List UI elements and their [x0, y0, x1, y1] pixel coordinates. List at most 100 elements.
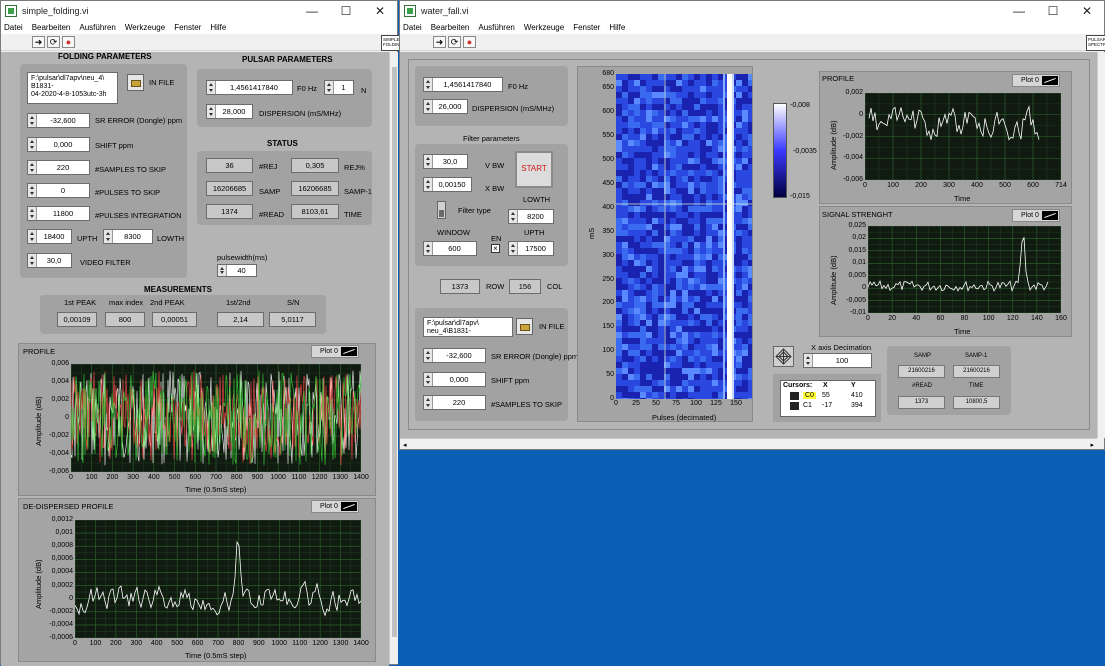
spinner-icon[interactable]	[424, 396, 433, 409]
upth-input[interactable]: 18400	[27, 229, 72, 244]
run-arrow-icon[interactable]: ➜	[32, 36, 45, 48]
dedispersed-plot-legend[interactable]: Plot 0	[311, 500, 359, 513]
filter-type-toggle[interactable]	[437, 201, 446, 219]
cursor-c0-label[interactable]: C0	[803, 392, 816, 399]
close-icon[interactable]: ✕	[363, 1, 397, 21]
cursor-c0-icon[interactable]	[790, 392, 799, 400]
spinner-icon[interactable]	[28, 161, 37, 174]
spinner-icon[interactable]	[207, 105, 216, 118]
spinner-icon[interactable]	[509, 242, 518, 255]
f0-input[interactable]: 1,4561417840	[206, 80, 293, 95]
f0-input[interactable]: 1,4561417840	[423, 77, 503, 92]
spinner-icon[interactable]	[509, 210, 518, 223]
maximize-icon[interactable]: ☐	[329, 1, 363, 21]
shift-input[interactable]: 0,000	[27, 137, 90, 152]
abort-icon[interactable]: ●	[463, 36, 476, 48]
spinner-icon[interactable]	[424, 78, 433, 91]
browse-button[interactable]	[127, 74, 144, 91]
graph-palette-button[interactable]	[773, 346, 794, 367]
menu-bearbeiten[interactable]: Bearbeiten	[431, 23, 470, 32]
spinner-icon[interactable]	[424, 242, 433, 255]
menu-werkzeuge[interactable]: Werkzeuge	[125, 23, 165, 32]
vertical-scrollbar[interactable]	[1097, 52, 1105, 438]
spinner-icon[interactable]	[28, 114, 37, 127]
vbw-input[interactable]: 30,0	[423, 154, 468, 169]
spinner-icon[interactable]	[424, 373, 433, 386]
spinner-icon[interactable]	[28, 207, 37, 220]
horizontal-scrollbar[interactable]: ◂ ▸	[400, 438, 1097, 449]
spinner-icon[interactable]	[28, 230, 37, 243]
dispersion-input[interactable]: 28,000	[206, 104, 253, 119]
sr-error-input[interactable]: -32,600	[423, 348, 486, 363]
video-filter-input[interactable]: 30,0	[27, 253, 72, 268]
vertical-scrollbar[interactable]	[389, 52, 398, 664]
start-button[interactable]: START	[515, 151, 553, 188]
cursor-c1-icon[interactable]	[790, 402, 799, 410]
in-file-path[interactable]: F:\pulsar\dl7apv\ neu_4\B1831-	[423, 317, 513, 337]
shift-input[interactable]: 0,000	[423, 372, 486, 387]
waterfall-cell	[682, 320, 688, 326]
lowth-input[interactable]: 8200	[508, 209, 554, 224]
upth-input[interactable]: 17500	[508, 241, 554, 256]
menu-hilfe[interactable]: Hilfe	[609, 23, 625, 32]
signal-plot-area[interactable]	[868, 226, 1061, 313]
spinner-icon[interactable]	[325, 81, 334, 94]
menu-ausfuehren[interactable]: Ausführen	[79, 23, 115, 32]
spinner-icon[interactable]	[28, 184, 37, 197]
menu-bearbeiten[interactable]: Bearbeiten	[32, 23, 71, 32]
n-input[interactable]: 1	[324, 80, 354, 95]
close-icon[interactable]: ✕	[1070, 1, 1104, 21]
profile-plot-legend[interactable]: Plot 0	[311, 345, 359, 358]
abort-icon[interactable]: ●	[62, 36, 75, 48]
in-file-path[interactable]: F:\pulsar\dl7apv\neu_4\ B1831- 04-2020-4…	[27, 72, 118, 104]
profile-plot-legend[interactable]: Plot 0	[1012, 74, 1060, 87]
scroll-right-icon[interactable]: ▸	[1090, 441, 1094, 449]
sr-error-input[interactable]: -32,600	[27, 113, 90, 128]
spinner-icon[interactable]	[218, 265, 227, 276]
spinner-icon[interactable]	[28, 254, 37, 267]
signal-plot-legend[interactable]: Plot 0	[1012, 209, 1060, 222]
profile-plot-area[interactable]	[71, 364, 361, 472]
en-checkbox[interactable]: ×	[491, 244, 500, 253]
scroll-thumb[interactable]	[392, 67, 397, 637]
pulses-to-skip-input[interactable]: 0	[27, 183, 90, 198]
browse-button[interactable]	[516, 318, 533, 335]
spinner-icon[interactable]	[424, 155, 433, 168]
menu-fenster[interactable]: Fenster	[174, 23, 201, 32]
menu-ausfuehren[interactable]: Ausführen	[478, 23, 514, 32]
pulsewidth-input[interactable]: 40	[217, 264, 257, 277]
spinner-icon[interactable]	[804, 354, 813, 367]
samples-to-skip-input[interactable]: 220	[423, 395, 486, 410]
window-input[interactable]: 600	[423, 241, 477, 256]
menu-hilfe[interactable]: Hilfe	[210, 23, 226, 32]
color-ramp[interactable]	[773, 103, 787, 198]
spinner-icon[interactable]	[424, 178, 433, 191]
dedispersed-plot-area[interactable]	[75, 520, 361, 638]
menu-datei[interactable]: Datei	[403, 23, 422, 32]
waterfall-plot-area[interactable]	[616, 74, 752, 399]
minimize-icon[interactable]: —	[1002, 1, 1036, 21]
lowth-input[interactable]: 8300	[103, 229, 153, 244]
spinner-icon[interactable]	[424, 349, 433, 362]
scroll-left-icon[interactable]: ◂	[403, 441, 407, 449]
pulses-integration-input[interactable]: 11800	[27, 206, 90, 221]
decimation-input[interactable]: 100	[803, 353, 872, 368]
samples-to-skip-input[interactable]: 220	[27, 160, 90, 175]
spinner-icon[interactable]	[28, 138, 37, 151]
maximize-icon[interactable]: ☐	[1036, 1, 1070, 21]
cursor-c1-label[interactable]: C1	[803, 402, 812, 409]
minimize-icon[interactable]: —	[295, 1, 329, 21]
menu-werkzeuge[interactable]: Werkzeuge	[524, 23, 564, 32]
menu-datei[interactable]: Datei	[4, 23, 23, 32]
spinner-icon[interactable]	[104, 230, 113, 243]
dispersion-input[interactable]: 26,000	[423, 99, 468, 114]
xbw-input[interactable]: 0,00150	[423, 177, 472, 192]
cursor-table[interactable]: Cursors: X Y C0 55 410 C1 -17 394	[780, 380, 876, 417]
menu-fenster[interactable]: Fenster	[573, 23, 600, 32]
run-continuously-icon[interactable]: ⟳	[448, 36, 461, 48]
spinner-icon[interactable]	[207, 81, 216, 94]
spinner-icon[interactable]	[424, 100, 433, 113]
run-continuously-icon[interactable]: ⟳	[47, 36, 60, 48]
profile-plot-area[interactable]	[865, 93, 1061, 180]
run-arrow-icon[interactable]: ➜	[433, 36, 446, 48]
